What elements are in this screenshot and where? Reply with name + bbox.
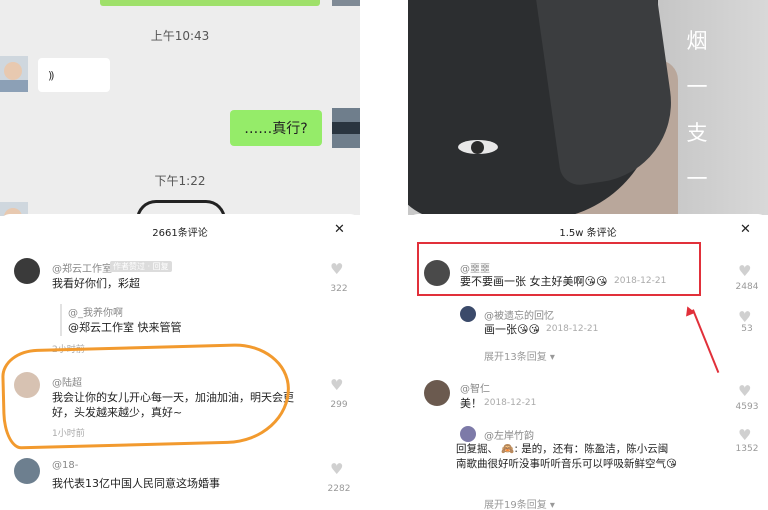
quoted-name[interactable]: @_我养你啊 [68,304,123,319]
voice-icon: )) [48,68,54,82]
left-screenshot: 上午10:43 )) ……真行? 下午1:22 2661条评论 ✕ @郑云工作室… [0,0,360,510]
quote-line [60,304,62,336]
eye-graphic [458,140,498,154]
commenter-name[interactable]: @被遗忘的回忆 [484,307,554,322]
expand-replies[interactable]: 展开13条回复 ▾ [484,348,555,363]
commenter-name[interactable]: @18- [52,460,78,471]
like-count: 2282 [327,484,351,494]
expand-replies[interactable]: 展开19条回复 ▾ [484,496,555,510]
comment-text: 美！ [460,397,482,410]
comment-date: 2018-12-21 [546,324,599,334]
commenter-avatar[interactable] [424,380,450,406]
quoted-text: @郑云工作室 快来管管 [68,321,182,334]
author-badge: 作者赞过 · 回复 [110,261,172,272]
contact-avatar[interactable] [0,56,28,92]
comment-text-line2: 南歌曲很好听没事听听音乐可以呼吸新鲜空气😘 [456,458,677,470]
close-icon[interactable]: ✕ [334,222,345,237]
comment-text: 我代表13亿中国人民同意这场婚事 [52,477,220,490]
like-count: 4593 [735,402,759,412]
like-count: 322 [330,284,348,294]
like-count: 1352 [735,444,759,454]
comment-text-line1: 回复掘、 🙈: 是的，还有：陈盈洁，陈小云闽 [456,443,669,455]
comment-text: 我看好你们，彩超 [52,277,140,290]
voice-message-bubble[interactable]: )) [38,58,110,92]
commenter-name[interactable]: @左岸竹韵 [484,427,534,442]
video-frame[interactable]: 烟 一 支 一 支 [408,0,768,215]
gutter [360,0,408,510]
heart-icon[interactable]: ♥ [330,260,343,278]
heart-icon[interactable]: ♥ [738,262,751,280]
vertical-caption: 烟 一 支 一 支 [686,29,708,215]
previous-avatar[interactable] [332,0,360,6]
previous-message-bubble[interactable] [100,0,320,6]
orange-circle-annotation [0,342,292,450]
heart-icon[interactable]: ♥ [738,382,751,400]
comment-count-title: 1.5w 条评论 [559,228,617,239]
like-count: 53 [741,324,753,334]
chat-background: 上午10:43 )) ……真行? 下午1:22 [0,0,360,220]
commenter-avatar[interactable] [460,306,476,322]
chat-timestamp: 上午10:43 [150,29,210,43]
sent-message-bubble[interactable]: ……真行? [230,110,322,146]
commenter-avatar[interactable] [14,258,40,284]
heart-icon[interactable]: ♥ [738,426,751,444]
right-screenshot: 烟 一 支 一 支 1.5w 条评论 ✕ @噩噩 要不要画一张 女主好美啊😘😘 … [408,0,768,510]
heart-icon[interactable]: ♥ [330,376,343,394]
red-box-annotation [417,242,701,296]
comment-date: 2018-12-21 [484,398,537,408]
commenter-avatar[interactable] [460,426,476,442]
close-icon[interactable]: ✕ [740,222,751,237]
like-count: 2484 [735,282,759,292]
like-count: 299 [330,400,348,410]
commenter-avatar[interactable] [14,458,40,484]
my-avatar[interactable] [332,108,360,148]
commenter-name[interactable]: @智仁 [460,380,490,395]
commenter-name[interactable]: @郑云工作室 [52,260,112,275]
chat-timestamp: 下午1:22 [154,174,206,188]
heart-icon[interactable]: ♥ [330,460,343,478]
comment-count-title: 2661条评论 [152,228,208,239]
comment-text: 画一张😘😘 [484,323,540,336]
